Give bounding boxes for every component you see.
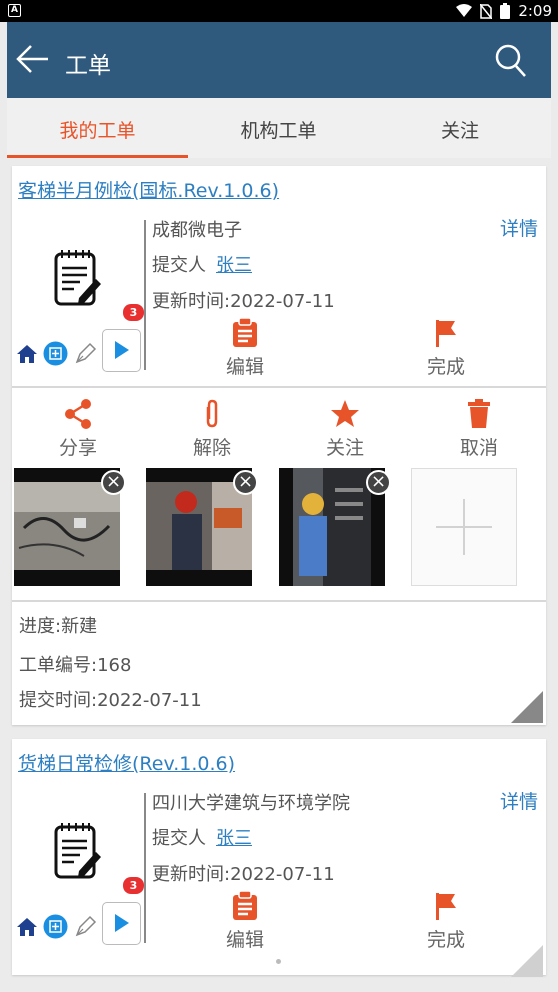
unbind-button[interactable]: 解除 — [172, 399, 252, 460]
play-icon — [115, 914, 129, 932]
play-button[interactable] — [102, 902, 141, 945]
share-icon — [65, 399, 91, 429]
section-divider — [12, 600, 546, 602]
expand-corner[interactable] — [511, 945, 543, 977]
order-title[interactable]: 客梯半月例检(国标.Rev.1.0.6) — [18, 176, 279, 203]
submitter-row: 提交人 张三 — [152, 251, 252, 277]
section-divider — [12, 386, 546, 388]
order-number: 工单编号:168 — [19, 655, 132, 676]
no-sim-icon — [480, 3, 493, 19]
submitter-link[interactable]: 张三 — [216, 828, 252, 849]
edit-label: 编辑 — [225, 929, 264, 951]
complete-label: 完成 — [426, 356, 465, 378]
search-icon — [495, 44, 526, 77]
clipboard-icon — [233, 891, 257, 920]
updated-time: 更新时间:2022-07-11 — [152, 864, 335, 885]
count-badge: 3 — [123, 304, 144, 321]
collapse-corner[interactable] — [511, 691, 543, 723]
complete-label: 完成 — [426, 929, 465, 951]
close-icon: × — [370, 471, 387, 492]
close-icon: × — [237, 471, 254, 492]
scroll-indicator — [276, 959, 281, 964]
unbind-label: 解除 — [192, 437, 231, 459]
count-badge: 3 — [123, 877, 144, 894]
follow-label: 关注 — [325, 437, 364, 459]
remove-photo-button[interactable]: × — [101, 470, 126, 495]
remove-photo-button[interactable]: × — [233, 470, 258, 495]
submitter-link[interactable]: 张三 — [216, 255, 252, 276]
edit-button[interactable]: 编辑 — [205, 318, 285, 379]
submitter-label: 提交人 — [152, 828, 206, 849]
home-icon[interactable] — [16, 344, 38, 364]
tab-org-orders[interactable]: 机构工单 — [188, 116, 369, 143]
updated-time: 更新时间:2022-07-11 — [152, 291, 335, 312]
document-edit-icon — [54, 250, 101, 306]
tab-bar: 我的工单 机构工单 关注 — [7, 98, 551, 158]
detail-link[interactable]: 详情 — [500, 787, 538, 814]
attachment-icon — [206, 399, 218, 428]
flag-icon — [436, 893, 456, 920]
active-tab-indicator — [7, 155, 188, 158]
complete-button[interactable]: 完成 — [406, 891, 486, 952]
home-icon[interactable] — [16, 917, 38, 937]
close-icon: × — [105, 471, 122, 492]
battery-icon — [500, 3, 511, 19]
play-button[interactable] — [102, 329, 141, 372]
page-title: 工单 — [65, 53, 111, 79]
trash-icon — [468, 399, 490, 428]
pen-icon[interactable] — [74, 341, 98, 365]
notification-a-icon: A — [8, 4, 21, 17]
share-label: 分享 — [58, 437, 97, 459]
submitter-row: 提交人 张三 — [152, 824, 252, 850]
org-name: 四川大学建筑与环境学院 — [152, 793, 350, 814]
pen-icon[interactable] — [74, 914, 98, 938]
clock: 2:09 — [518, 2, 552, 20]
submitted-time: 提交时间:2022-07-11 — [19, 690, 202, 711]
arrow-left-icon — [16, 45, 48, 73]
complete-button[interactable]: 完成 — [406, 318, 486, 379]
clipboard-icon — [233, 318, 257, 347]
remove-photo-button[interactable]: × — [366, 470, 391, 495]
tab-following[interactable]: 关注 — [369, 116, 551, 143]
tab-my-orders[interactable]: 我的工单 — [7, 116, 188, 143]
order-title[interactable]: 货梯日常检修(Rev.1.0.6) — [18, 749, 235, 776]
cancel-label: 取消 — [459, 437, 498, 459]
flag-icon — [436, 320, 456, 347]
add-box-icon[interactable] — [43, 914, 68, 939]
play-icon — [115, 341, 129, 359]
divider — [144, 793, 146, 943]
divider — [144, 220, 146, 370]
add-box-icon[interactable] — [43, 341, 68, 366]
follow-button[interactable]: 关注 — [305, 399, 385, 460]
org-name: 成都微电子 — [152, 220, 242, 241]
detail-link[interactable]: 详情 — [500, 214, 538, 241]
status-bar: A 2:09 — [0, 0, 558, 22]
edit-label: 编辑 — [225, 356, 264, 378]
work-order-card: 客梯半月例检(国标.Rev.1.0.6) 成都微电子 提交人 张三 更新时间:20… — [12, 166, 546, 725]
plus-icon — [436, 499, 492, 555]
star-icon — [331, 400, 359, 427]
cancel-button[interactable]: 取消 — [439, 399, 519, 460]
status-icons: 2:09 — [456, 2, 552, 20]
edit-button[interactable]: 编辑 — [205, 891, 285, 952]
back-button[interactable] — [15, 44, 51, 78]
submitter-label: 提交人 — [152, 255, 206, 276]
document-edit-icon — [54, 823, 101, 879]
wifi-icon — [456, 4, 473, 17]
share-button[interactable]: 分享 — [38, 399, 118, 460]
progress-text: 进度:新建 — [19, 616, 98, 637]
search-button[interactable] — [495, 44, 527, 82]
work-order-card: 货梯日常检修(Rev.1.0.6) 四川大学建筑与环境学院 提交人 张三 更新时间… — [12, 739, 546, 977]
app-bar: 工单 — [7, 22, 551, 98]
add-photo-button[interactable] — [411, 468, 517, 586]
